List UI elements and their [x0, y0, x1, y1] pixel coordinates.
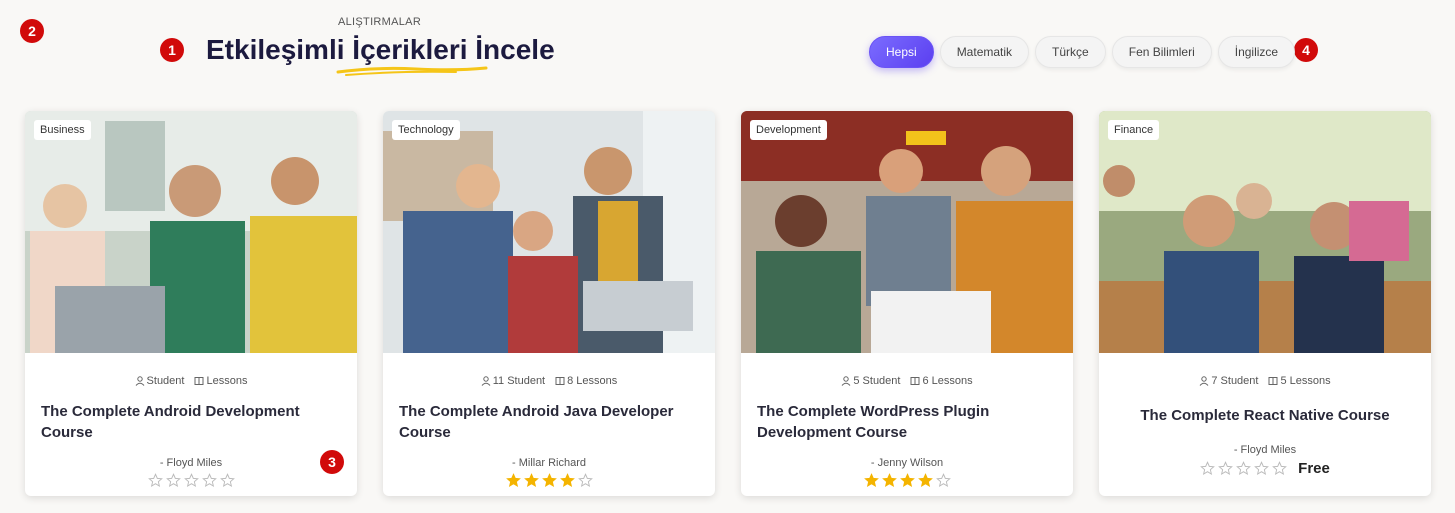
course-author: - Floyd Miles: [1233, 444, 1297, 456]
star-icon: [165, 473, 181, 488]
book-icon: [1268, 377, 1278, 385]
course-meta: 7 Student 5 Lessons: [1115, 375, 1415, 387]
star-icon: [1218, 461, 1234, 476]
star-icon: [1236, 461, 1252, 476]
course-card[interactable]: Business Student Lessons The Complete An…: [25, 111, 357, 496]
course-image[interactable]: [1099, 111, 1431, 353]
user-icon: [1200, 376, 1209, 386]
course-card-grid: Business Student Lessons The Complete An…: [25, 111, 1431, 496]
course-title[interactable]: The Complete React Native Course: [1115, 405, 1415, 426]
star-icon: [917, 473, 933, 488]
rating-stars: [757, 473, 1057, 488]
lesson-count: 6 Lessons: [922, 375, 973, 387]
course-author: - Millar Richard: [512, 457, 586, 469]
course-price: Free: [1298, 460, 1330, 477]
star-icon: [201, 473, 217, 488]
rating-stars: [41, 473, 341, 488]
course-image[interactable]: [383, 111, 715, 353]
rating-stars: Free: [1115, 460, 1415, 477]
course-title[interactable]: The Complete WordPress Plugin Developmen…: [757, 401, 1057, 443]
title-underline-decoration: [336, 66, 488, 76]
book-icon: [910, 377, 920, 385]
category-tag: Technology: [392, 120, 460, 140]
lesson-count: 8 Lessons: [567, 375, 618, 387]
category-tag: Development: [750, 120, 827, 140]
course-card[interactable]: Development 5 Student 6 Lessons The Comp…: [741, 111, 1073, 496]
category-filter-bar: Hepsi Matematik Türkçe Fen Bilimleri İng…: [869, 36, 1296, 68]
filter-english[interactable]: İngilizce: [1217, 36, 1296, 68]
book-icon: [194, 377, 204, 385]
course-meta: 5 Student 6 Lessons: [757, 375, 1057, 387]
star-icon: [559, 473, 575, 488]
star-icon: [863, 473, 879, 488]
star-icon: [541, 473, 557, 488]
course-title[interactable]: The Complete Android Development Course: [41, 401, 341, 443]
course-image[interactable]: [25, 111, 357, 353]
course-meta: 11 Student 8 Lessons: [399, 375, 699, 387]
star-icon: [881, 473, 897, 488]
course-card[interactable]: Technology 11 Student 8 Lessons The Comp…: [383, 111, 715, 496]
category-tag: Business: [34, 120, 91, 140]
marker-3: 3: [320, 450, 344, 474]
star-icon: [1254, 461, 1270, 476]
filter-turkish[interactable]: Türkçe: [1035, 36, 1106, 68]
filter-math[interactable]: Matematik: [939, 36, 1030, 68]
star-icon: [183, 473, 199, 488]
student-count: 5 Student: [853, 375, 901, 387]
lesson-count: 5 Lessons: [1280, 375, 1331, 387]
course-card[interactable]: Finance 7 Student 5 Lessons The Complete…: [1099, 111, 1431, 496]
course-author: - Jenny Wilson: [870, 457, 944, 469]
student-count: 7 Student: [1211, 375, 1259, 387]
course-meta: Student Lessons: [41, 375, 341, 387]
rating-stars: [399, 473, 699, 488]
star-icon: [899, 473, 915, 488]
student-count: 11 Student: [492, 375, 546, 387]
user-icon: [842, 376, 851, 386]
star-icon: [1200, 461, 1216, 476]
category-tag: Finance: [1108, 120, 1160, 140]
course-title[interactable]: The Complete Android Java Developer Cour…: [399, 401, 699, 443]
filter-science[interactable]: Fen Bilimleri: [1111, 36, 1212, 68]
star-icon: [147, 473, 163, 488]
filter-all[interactable]: Hepsi: [869, 36, 934, 68]
section-eyebrow: ALIŞTIRMALAR: [338, 16, 422, 28]
star-icon: [523, 473, 539, 488]
student-count: Student: [146, 375, 185, 387]
page-title: Etkileşimli İçerikleri İncele: [206, 34, 555, 65]
book-icon: [555, 377, 565, 385]
star-icon: [505, 473, 521, 488]
star-icon: [219, 473, 235, 488]
user-icon: [135, 376, 144, 386]
user-icon: [481, 376, 491, 386]
marker-2: 2: [20, 19, 44, 43]
marker-1: 1: [160, 38, 184, 62]
star-icon: [935, 473, 951, 488]
marker-4: 4: [1294, 38, 1318, 62]
star-icon: [1272, 461, 1288, 476]
course-author: - Floyd Miles: [159, 457, 223, 469]
lesson-count: Lessons: [206, 375, 248, 387]
course-image[interactable]: [741, 111, 1073, 353]
star-icon: [577, 473, 593, 488]
